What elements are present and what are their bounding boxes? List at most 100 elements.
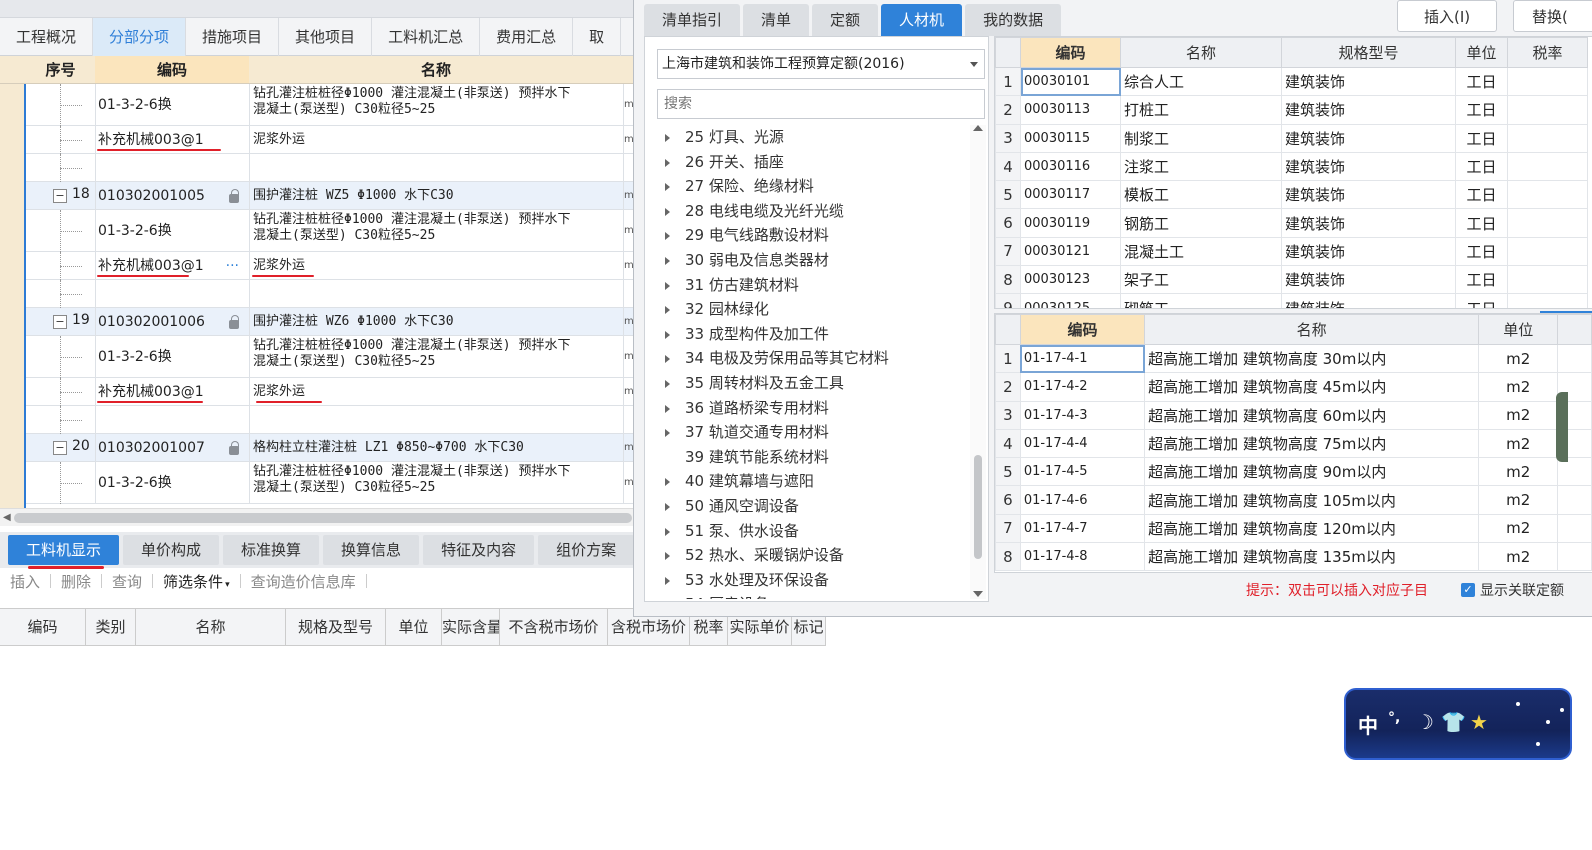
column-header[interactable]: 名称 [1144,314,1480,345]
table-row[interactable]: 8 00030123 架子工 建筑装饰 工日 [995,265,1588,295]
detail-column-header[interactable]: 规格及型号 [286,609,386,645]
detail-column-header[interactable]: 编码 [0,609,86,645]
cell-tax[interactable] [1507,265,1588,295]
table-row[interactable]: 2 01-17-4-2 超高施工增加 建筑物高度 45m以内 m2 [995,372,1592,402]
row-name-cell[interactable] [249,406,621,433]
cell-name[interactable]: 超高施工增加 建筑物高度 60m以内 [1144,400,1480,430]
query-button[interactable]: 查询 [102,571,152,592]
list-item[interactable]: 01-3-2-6换 钻孔灌注桩桩径Φ1000 灌注混凝土(非泵送) 预拌水下 混凝土… [0,336,633,378]
cell-code[interactable]: 01-17-4-6 [1019,485,1146,515]
cell-unit[interactable]: 工日 [1455,151,1508,182]
list-item-parent[interactable]: −18 010302001005 围护灌注桩 WZ5 Φ1000 水下C30 m [0,182,633,210]
ime-moon-icon[interactable]: ☽ [1416,710,1434,734]
cell-code[interactable]: 00030115 [1020,123,1121,153]
row-code-cell[interactable]: 01-3-2-6换 [95,84,247,125]
scroll-down-icon[interactable] [973,591,983,597]
dialog-tab[interactable]: 我的数据 [965,4,1062,36]
list-item[interactable]: 补充机械003@1 ··· 泥浆外运 m [0,252,633,280]
ime-punctuation-icon[interactable]: °, [1388,710,1400,726]
cell-code[interactable]: 00030123 [1020,265,1121,295]
cell-name[interactable]: 架子工 [1120,265,1282,295]
expand-arrow-icon[interactable] [665,158,670,167]
tree-item[interactable]: 40 建筑幕墙与遮阳 [645,469,970,494]
table-row[interactable]: 5 01-17-4-5 超高施工增加 建筑物高度 90m以内 m2 [995,457,1592,487]
tree-item[interactable]: 27 保险、绝缘材料 [645,174,970,199]
grid-header-name[interactable]: 名称 [249,56,623,84]
tree-item[interactable]: 39 建筑节能系统材料 [645,445,970,470]
ime-star-icon[interactable]: ★ [1470,710,1488,734]
detail-tab[interactable]: 特征及内容 [423,535,535,565]
row-code-cell[interactable]: 01-3-2-6换 [95,210,247,251]
detail-column-header[interactable]: 实际含量 [442,609,500,645]
main-tab[interactable]: 其他项目 [279,18,373,56]
scroll-thumb[interactable] [14,513,632,523]
expand-arrow-icon[interactable] [665,232,670,241]
tree-item[interactable]: 25 灯具、光源 [645,125,970,150]
expand-arrow-icon[interactable] [665,379,670,388]
cell-code[interactable]: 01-17-4-4 [1019,428,1146,459]
expand-arrow-icon[interactable] [665,330,670,339]
cell-name[interactable]: 制浆工 [1120,123,1282,153]
side-panel-handle[interactable] [1556,392,1568,462]
library-select[interactable]: 上海市建筑和装饰工程预算定额(2016) [657,49,985,79]
filter-dropdown[interactable]: 筛选条件 ▾ [153,571,240,592]
cell-unit[interactable]: m2 [1478,343,1559,374]
main-tab[interactable]: 措施项目 [186,18,280,56]
table-row[interactable]: 4 01-17-4-4 超高施工增加 建筑物高度 75m以内 m2 [995,428,1592,459]
replace-button[interactable]: 替换( [1513,0,1592,32]
tree-item[interactable]: 26 开关、插座 [645,150,970,175]
cell-spec[interactable]: 建筑装饰 [1281,236,1456,267]
grid-horizontal-scrollbar[interactable]: ◀ [0,508,634,526]
cell-code[interactable]: 01-17-4-5 [1019,457,1146,487]
cell-name[interactable]: 打桩工 [1120,95,1282,125]
dialog-tab[interactable]: 清单指引 [644,4,741,36]
tree-vertical-scrollbar[interactable] [970,125,986,599]
table-row[interactable]: 7 01-17-4-7 超高施工增加 建筑物高度 120m以内 m2 [995,513,1592,544]
expand-arrow-icon[interactable] [665,355,670,364]
cell-unit[interactable]: 工日 [1455,123,1508,153]
table-row[interactable]: 6 01-17-4-6 超高施工增加 建筑物高度 105m以内 m2 [995,485,1592,515]
list-item[interactable] [0,280,633,308]
cell-name[interactable]: 超高施工增加 建筑物高度 45m以内 [1144,372,1480,402]
table-row[interactable]: 1 00030101 综合人工 建筑装饰 工日 [995,66,1588,97]
cell-name[interactable]: 超高施工增加 建筑物高度 75m以内 [1144,428,1480,459]
expand-arrow-icon[interactable] [665,429,670,438]
detail-column-header[interactable]: 类别 [86,609,136,645]
dialog-tab[interactable]: 清单 [743,4,810,36]
detail-column-header[interactable]: 单位 [386,609,442,645]
cell-unit[interactable]: m2 [1478,372,1559,402]
tree-item[interactable]: 36 道路桥梁专用材料 [645,396,970,421]
expand-arrow-icon[interactable] [665,552,670,561]
cell-name[interactable]: 超高施工增加 建筑物高度 105m以内 [1144,485,1480,515]
cell-name[interactable]: 砌筑工 [1120,293,1282,308]
tree-item[interactable]: 51 泵、供水设备 [645,519,970,544]
detail-column-header[interactable]: 不含税市场价 [500,609,608,645]
cell-unit[interactable]: m2 [1478,428,1559,459]
table-row[interactable]: 7 00030121 混凝土工 建筑装饰 工日 [995,236,1588,267]
row-name-cell[interactable] [249,154,621,181]
cell-unit[interactable]: 工日 [1455,180,1508,210]
cell-name[interactable]: 超高施工增加 建筑物高度 120m以内 [1144,513,1480,544]
column-header[interactable]: 单位 [1455,37,1508,68]
cell-unit[interactable]: 工日 [1455,236,1508,267]
cell-spec[interactable]: 建筑装饰 [1281,208,1456,238]
cell-tax[interactable] [1507,293,1588,308]
cell-spec[interactable]: 建筑装饰 [1281,265,1456,295]
cell-unit[interactable]: 工日 [1455,293,1508,308]
cell-unit[interactable]: 工日 [1455,265,1508,295]
tree-item[interactable]: 30 弱电及信息类器材 [645,248,970,273]
cell-spec[interactable]: 建筑装饰 [1281,95,1456,125]
tree-item[interactable]: 34 电极及劳保用品等其它材料 [645,346,970,371]
delete-button[interactable]: 删除 [51,571,101,592]
scroll-up-icon[interactable] [973,125,983,131]
cell-name[interactable]: 注浆工 [1120,151,1282,182]
detail-tab[interactable]: 组价方案 [538,535,635,565]
row-name-cell[interactable]: 围护灌注桩 WZ6 Φ1000 水下C30 [249,308,621,335]
dialog-tab[interactable]: 人材机 [881,4,963,36]
row-code-cell[interactable]: 010302001006 [95,308,247,335]
list-item[interactable]: 01-3-2-6换 钻孔灌注桩桩径Φ1000 灌注混凝土(非泵送) 预拌水下 混凝土… [0,84,633,126]
expand-arrow-icon[interactable] [665,207,670,216]
list-item[interactable]: 01-3-2-6换 钻孔灌注桩桩径Φ1000 灌注混凝土(非泵送) 预拌水下 混凝土… [0,210,633,252]
dialog-tab[interactable]: 定额 [812,4,879,36]
row-name-cell[interactable]: 围护灌注桩 WZ5 Φ1000 水下C30 [249,182,621,209]
